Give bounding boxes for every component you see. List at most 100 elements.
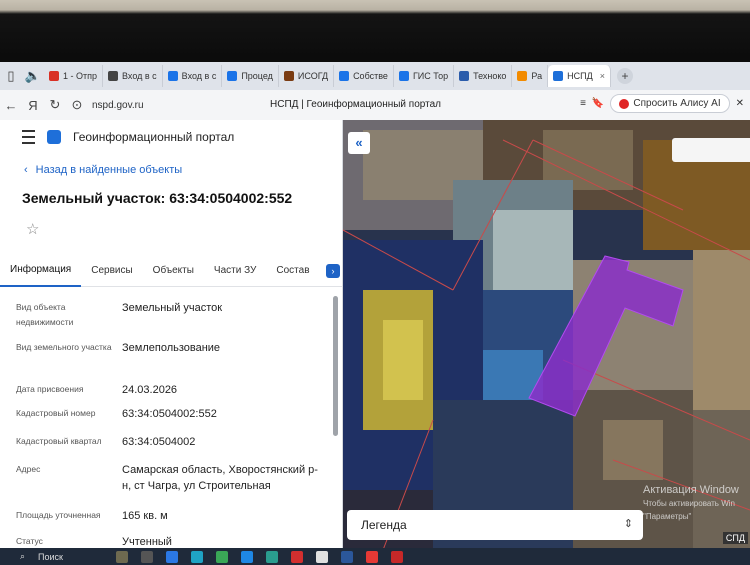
taskbar-search-label[interactable]: Поиск	[38, 552, 63, 562]
chrome-icon[interactable]	[266, 550, 278, 563]
map-search-box[interactable]	[672, 138, 750, 162]
tab-favicon	[283, 71, 294, 81]
attribute-value: Землепользование	[122, 342, 221, 354]
browser-tab[interactable]: ИСОГД	[279, 65, 335, 87]
menu-icon[interactable]: ≡	[580, 98, 586, 109]
panel-scrollbar[interactable]	[333, 296, 338, 436]
yandex-icon[interactable]: Я	[22, 98, 44, 113]
attribute-value: 63:34:0504002:552	[122, 408, 217, 420]
page-title: НСПД | Геоинформационный портал	[270, 99, 441, 110]
opera-icon[interactable]	[291, 550, 303, 563]
favorite-star-icon[interactable]: ☆	[26, 220, 342, 238]
panel-header: Геоинформационный портал	[0, 120, 342, 154]
tab-favicon	[517, 71, 528, 81]
tab-label: Вход в с	[181, 71, 217, 81]
sound-icon[interactable]: 🔈	[22, 68, 44, 84]
chevron-updown-icon: ⇕	[623, 518, 633, 530]
attribute-label: Вид объекта недвижимости	[16, 302, 74, 327]
ask-alice-button[interactable]: Спросить Алису AI	[610, 94, 730, 113]
browser-tab[interactable]: 1 - Отпр	[44, 65, 104, 87]
back-arrow-icon[interactable]: ←	[0, 98, 22, 113]
tab-favicon	[227, 71, 238, 81]
back-to-results-link[interactable]: ‹ Назад в найденные объекты	[24, 164, 342, 176]
ask-alice-label: Спросить Алису AI	[633, 98, 721, 109]
browser-tab[interactable]: Вход в с	[103, 65, 163, 87]
portal-logo-icon	[47, 130, 61, 144]
attribute-value: 165 кв. м	[122, 510, 168, 522]
tab-services[interactable]: Сервисы	[81, 256, 142, 286]
watermark-line: Активация Window	[643, 484, 739, 496]
tab-label: Техноко	[473, 71, 507, 81]
chevron-left-icon: ‹	[24, 164, 28, 176]
browser-tab[interactable]: Вход в с	[163, 65, 223, 87]
watermark-line: "Параметры"	[643, 512, 692, 521]
task-view-icon[interactable]	[141, 550, 153, 563]
taskbar-app-icon[interactable]	[166, 550, 178, 563]
bookmark-icon[interactable]: 🔖	[592, 98, 604, 109]
hamburger-menu-icon[interactable]	[22, 130, 35, 144]
attribute-label: Дата присвоения	[16, 384, 84, 394]
watermark-line: Чтобы активировать Win	[643, 499, 735, 508]
attribute-label: Статус	[16, 536, 43, 546]
browser-tab[interactable]: ГИС Тор	[394, 65, 455, 87]
portal-name: Геоинформационный портал	[73, 130, 235, 144]
url-text[interactable]: nspd.gov.ru	[92, 100, 144, 111]
map-view[interactable]: « Активация Window Чтобы активировать Wi…	[343, 120, 750, 550]
legend-label: Легенда	[361, 518, 407, 532]
yandex-browser-icon[interactable]	[366, 550, 378, 563]
taskbar-app-icon[interactable]	[241, 550, 253, 563]
alice-icon	[619, 98, 630, 109]
browser-tab[interactable]: Процед	[222, 65, 279, 87]
attribute-label: Вид земельного участка	[16, 342, 112, 352]
attribute-label: Площадь уточненная	[16, 510, 101, 520]
attribute-value: Земельный участок	[122, 302, 223, 314]
taskbar-app-icon[interactable]	[316, 550, 328, 563]
tab-favicon	[167, 71, 178, 81]
tabs-scroll-right-icon[interactable]: ›	[326, 264, 340, 278]
browser-tab-bar: ▯ 🔈 1 - Отпр Вход в с Вход в с Процед ИС…	[0, 62, 750, 90]
back-link-label: Назад в найденные объекты	[35, 164, 183, 176]
attribute-label: Кадастровый квартал	[16, 436, 102, 446]
sidebar-toggle-icon[interactable]: ▯	[0, 68, 22, 84]
tab-composition[interactable]: Состав	[266, 256, 319, 286]
new-tab-button[interactable]: +	[616, 68, 633, 84]
browser-tab[interactable]: Техноко	[454, 65, 513, 87]
monitor-bezel	[0, 0, 750, 62]
reload-icon[interactable]: ↻	[44, 97, 66, 113]
browser-tab[interactable]: Собстве	[334, 65, 394, 87]
close-tab-icon[interactable]: ×	[600, 71, 605, 81]
extension-icon[interactable]: ✕	[736, 98, 744, 109]
attribute-value: 24.03.2026	[122, 384, 178, 396]
tab-label: Ра	[531, 71, 543, 81]
tab-label: Собстве	[353, 71, 388, 81]
search-icon[interactable]: ⌕	[20, 551, 25, 562]
tab-parts[interactable]: Части ЗУ	[204, 256, 266, 286]
address-bar-tools: ≡ 🔖 Спросить Алису AI ✕	[580, 94, 744, 113]
tab-favicon	[553, 71, 564, 81]
edge-icon[interactable]	[191, 550, 203, 563]
attribute-value: 63:34:0504002	[122, 436, 196, 448]
collapse-panel-button[interactable]: «	[348, 132, 370, 154]
tab-label: НСПД	[567, 71, 593, 81]
tab-label: 1 - Отпр	[63, 71, 98, 81]
browser-tab-active[interactable]: НСПД ×	[548, 65, 611, 87]
taskbar-app-icon[interactable]	[216, 550, 228, 563]
pdf-icon[interactable]	[391, 550, 403, 563]
address-bar: ← Я ↻ ⊙ nspd.gov.ru НСПД | Геоинформацио…	[0, 90, 750, 121]
map-scale-label: СПД	[722, 532, 748, 544]
tab-favicon	[398, 71, 409, 81]
word-icon[interactable]	[341, 550, 353, 563]
legend-dropdown[interactable]: Легенда ⇕	[347, 510, 643, 540]
windows-activation-watermark: Активация Window Чтобы активировать Win …	[643, 484, 739, 523]
browser-tab[interactable]: Ра	[512, 65, 549, 87]
tab-information[interactable]: Информация	[0, 255, 82, 287]
tab-objects[interactable]: Объекты	[143, 256, 204, 286]
tab-favicon	[459, 71, 470, 81]
tab-favicon	[339, 71, 350, 81]
attribute-label: Кадастровый номер	[16, 408, 96, 418]
taskbar-app-icon[interactable]	[116, 550, 128, 563]
attribute-label: Адрес	[16, 464, 41, 474]
tab-label: ГИС Тор	[412, 71, 449, 81]
tab-label: ИСОГД	[297, 71, 329, 81]
site-info-icon[interactable]: ⊙	[66, 97, 88, 113]
